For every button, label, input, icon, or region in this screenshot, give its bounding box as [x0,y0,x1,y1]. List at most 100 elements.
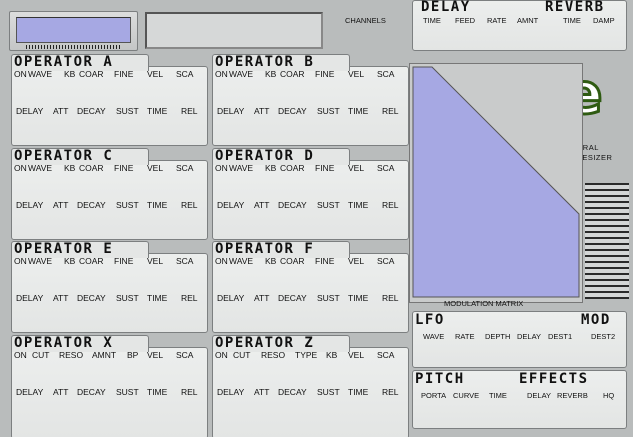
param-label-coar: COAR [79,163,104,173]
operator-title: OPERATOR A [14,54,114,70]
param-label-on: ON [14,163,27,173]
param-label-wave: WAVE [229,256,254,266]
delay-feed-label: FEED [455,16,476,25]
delay-title: DELAY [421,0,471,15]
patch-name-display[interactable] [145,12,323,49]
pitch-title: PITCH [415,371,465,387]
param-label-fine: FINE [114,163,134,173]
matrix-label: MODULATION MATRIX [444,299,524,308]
lfo-wave-label: WAVE [423,332,445,341]
param-label-kb: KB [265,69,277,79]
lcd-screen [16,17,131,43]
param-label-sust: SUST [317,200,340,210]
param-label-delay: DELAY [16,200,44,210]
param-label-att: ATT [254,293,270,303]
param-label-cut: CUT [32,350,50,360]
param-label-kb: KB [64,256,76,266]
operator-title: OPERATOR B [215,54,315,70]
param-label-delay: DELAY [16,387,44,397]
param-label-sust: SUST [116,106,139,116]
param-label-sca: SCA [377,69,395,79]
param-label-time: TIME [147,387,168,397]
param-label-rel: REL [181,293,198,303]
lfo-delay-label: DELAY [517,332,542,341]
matrix-grid[interactable] [410,64,582,300]
param-label-sust: SUST [317,293,340,303]
param-label-kb: KB [64,163,76,173]
param-label-delay: DELAY [16,106,44,116]
param-label-att: ATT [53,387,69,397]
reverb-title: REVERB [545,0,605,15]
param-label-coar: COAR [280,69,305,79]
operator-title: OPERATOR F [215,241,315,257]
param-label-delay: DELAY [217,293,245,303]
param-label-type: TYPE [295,350,318,360]
delay-reverb-panel: DELAY REVERB TIME FEED RATE AMNT TIME DA… [412,0,627,51]
param-label-wave: WAVE [229,163,254,173]
lcd-display[interactable] [9,11,138,51]
param-label-vel: VEL [147,350,164,360]
lfo-mod-panel: LFO MOD WAVE RATE DEPTH DELAY DEST1 DEST… [412,311,627,368]
param-label-sca: SCA [377,350,395,360]
param-label-coar: COAR [280,256,305,266]
param-label-sust: SUST [317,106,340,116]
param-label-kb: KB [265,256,277,266]
param-label-kb: KB [326,350,338,360]
param-label-sca: SCA [176,256,194,266]
param-label-fine: FINE [315,69,335,79]
param-label-cut: CUT [233,350,251,360]
param-label-sca: SCA [377,163,395,173]
reverb-time-label: TIME [563,16,581,25]
curve-label: CURVE [453,391,480,400]
fx-delay-label: DELAY [527,391,552,400]
param-label-vel: VEL [348,69,365,79]
param-label-decay: DECAY [77,293,106,303]
param-label-coar: COAR [280,163,305,173]
fx-reverb-label: REVERB [557,391,588,400]
param-label-rel: REL [181,387,198,397]
param-label-coar: COAR [79,69,104,79]
param-label-time: TIME [348,387,369,397]
param-label-sust: SUST [116,387,139,397]
param-label-time: TIME [147,293,168,303]
modulation-matrix[interactable] [409,63,583,303]
lfo-dest1-label: DEST1 [548,332,573,341]
param-label-delay: DELAY [217,387,245,397]
param-label-decay: DECAY [278,200,307,210]
param-label-att: ATT [254,106,270,116]
param-label-fine: FINE [114,69,134,79]
param-label-on: ON [215,350,228,360]
lfo-rate-label: RATE [455,332,475,341]
param-label-on: ON [215,256,228,266]
param-label-coar: COAR [79,256,104,266]
param-label-fine: FINE [315,256,335,266]
param-label-vel: VEL [147,163,164,173]
param-label-att: ATT [254,200,270,210]
param-label-on: ON [14,69,27,79]
param-label-sca: SCA [377,256,395,266]
fx-hq-label: HQ [603,391,615,400]
reverb-damp-label: DAMP [593,16,615,25]
param-label-rel: REL [382,387,399,397]
param-label-sca: SCA [176,69,194,79]
porta-label: PORTA [421,391,447,400]
param-label-rel: REL [181,200,198,210]
operator-title: OPERATOR C [14,148,114,164]
pitch-effects-panel: PITCH EFFECTS PORTA CURVE TIME DELAY REV… [412,370,627,429]
param-label-kb: KB [265,163,277,173]
param-label-sca: SCA [176,163,194,173]
param-label-fine: FINE [114,256,134,266]
operator-title: OPERATOR E [14,241,114,257]
param-label-on: ON [14,256,27,266]
operator-title: OPERATOR X [14,335,114,351]
param-label-kb: KB [64,69,76,79]
param-label-reso: RESO [261,350,286,360]
param-label-sust: SUST [116,293,139,303]
param-label-vel: VEL [348,256,365,266]
param-label-bp: BP [127,350,139,360]
delay-time-label: TIME [423,16,441,25]
param-label-amnt: AMNT [92,350,117,360]
param-label-rel: REL [181,106,198,116]
param-label-delay: DELAY [217,106,245,116]
lfo-title: LFO [415,312,445,328]
